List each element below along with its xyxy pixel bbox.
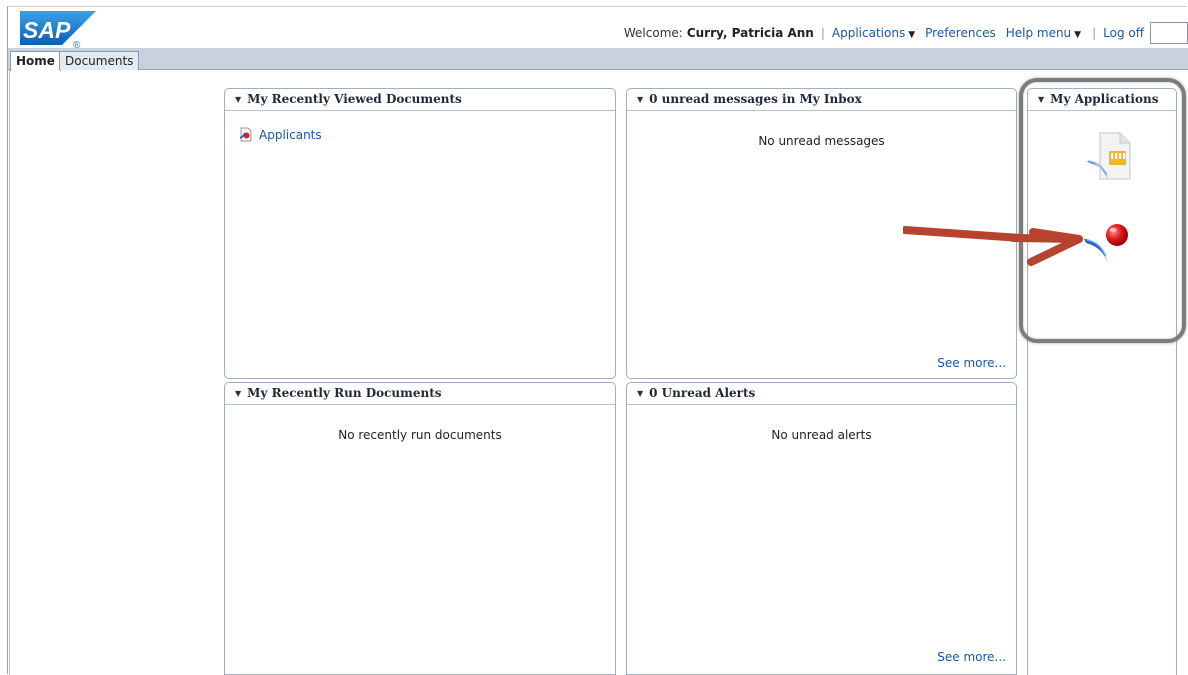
empty-message: No unread messages [758,134,885,148]
help-menu[interactable]: Help menu ▼ [1006,26,1081,40]
tab-strip: Home Documents [8,48,1188,71]
web-intelligence-document-icon [239,127,252,142]
divider: | [820,26,825,40]
header-user-bar: Welcome: Curry, Patricia Ann | Applicati… [624,22,1188,44]
panel-header[interactable]: ▼ 0 Unread Alerts [627,383,1016,405]
chevron-down-icon: ▼ [1074,30,1082,40]
empty-message: No unread alerts [771,428,872,442]
collapse-triangle-icon[interactable]: ▼ [235,94,241,104]
collapse-triangle-icon[interactable]: ▼ [637,388,643,398]
collapse-triangle-icon[interactable]: ▼ [235,388,241,398]
collapse-triangle-icon[interactable]: ▼ [637,94,643,104]
document-link-applicants[interactable]: Applicants [239,127,322,142]
alerts-panel: ▼ 0 Unread Alerts No unread alerts See mo… [626,382,1017,675]
empty-message: No recently run documents [338,428,502,442]
content-border [9,70,10,675]
welcome-label: Welcome: [623,26,683,40]
search-input[interactable] [1150,22,1188,44]
divider: | [1092,26,1097,40]
preferences-link[interactable]: Preferences [925,26,996,40]
log-off-link[interactable]: Log off [1103,26,1144,40]
svg-text:SAP: SAP [23,17,71,43]
chevron-down-icon: ▼ [908,30,916,40]
user-name: Curry, Patricia Ann [686,26,814,40]
top-bar: SAP ® Welcome: Curry, Patricia Ann | App… [8,7,1188,49]
recently-viewed-panel: ▼ My Recently Viewed Documents Applicants [224,88,616,379]
see-more-link[interactable]: See more... [937,356,1006,370]
applications-menu[interactable]: Applications ▼ [832,26,915,40]
recently-run-panel: ▼ My Recently Run Documents No recently r… [224,382,616,675]
panel-header[interactable]: ▼ My Recently Run Documents [225,383,615,405]
tab-documents[interactable]: Documents [59,51,140,70]
see-more-link[interactable]: See more... [937,650,1006,664]
panel-header[interactable]: ▼ My Recently Viewed Documents [225,89,615,111]
tab-home[interactable]: Home [10,51,61,71]
sap-logo: SAP ® [20,11,96,49]
annotation-arrow-icon [903,226,1083,266]
panel-header[interactable]: ▼ 0 unread messages in My Inbox [627,89,1016,111]
